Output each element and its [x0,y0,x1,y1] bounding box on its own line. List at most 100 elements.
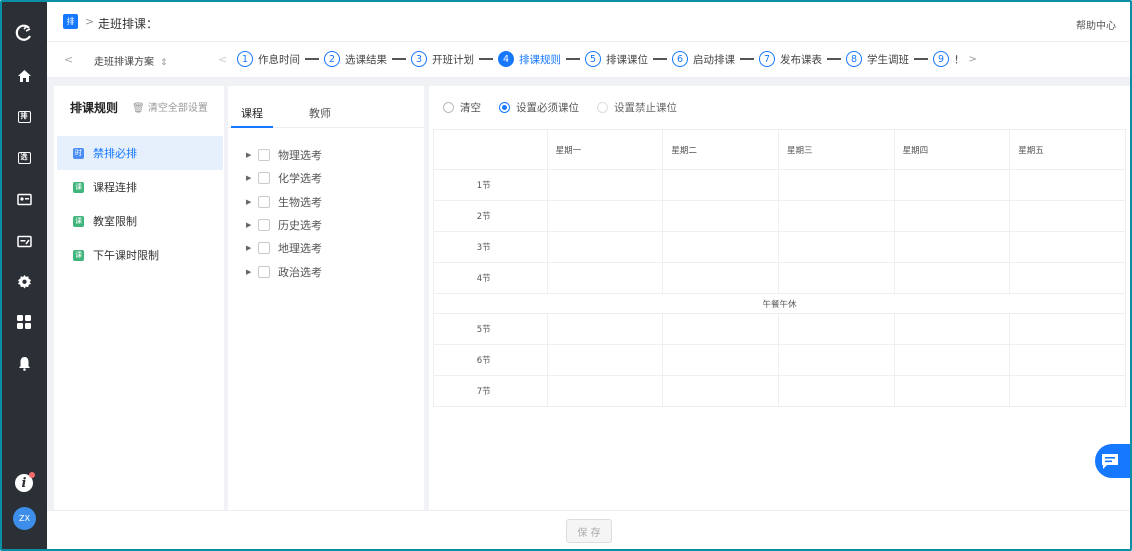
timetable-cell[interactable] [546,313,664,345]
steps-prev-button[interactable]: < [218,53,227,66]
timetable-cell[interactable] [662,375,779,407]
step-5[interactable]: 5 排课课位 [585,51,648,67]
expand-arrow-icon[interactable]: ▶ [246,198,258,206]
expand-arrow-icon[interactable]: ▶ [246,244,258,252]
plan-select[interactable]: 走班排课方案 ⇕ [94,53,168,68]
mode-radio-group: 清空 设置必须课位 设置禁止课位 [443,100,695,115]
timetable-cell[interactable] [1009,231,1126,263]
time-icon: 时 [73,147,84,159]
home-icon[interactable] [15,67,33,85]
gear-icon[interactable] [15,272,33,290]
radio-forbid-slot[interactable]: 设置禁止课位 [597,100,677,115]
expand-arrow-icon[interactable]: ▶ [246,174,258,182]
radio-clear[interactable]: 清空 [443,100,481,115]
step-3[interactable]: 3 开班计划 [411,51,474,67]
step-9[interactable]: 9！ [933,51,965,67]
timetable-cell[interactable] [777,231,895,263]
selection-icon[interactable]: 选 [15,149,33,167]
timetable-cell[interactable] [893,344,1011,376]
step-7[interactable]: 7 发布课表 [759,51,822,67]
course-icon: 课 [73,249,84,261]
timetable-cell[interactable] [1009,262,1126,294]
timetable-cell[interactable] [777,313,895,345]
tab-course[interactable]: 课程 [241,105,263,121]
timetable-cell[interactable] [662,231,779,263]
logo-icon[interactable] [15,24,33,42]
timetable-cell[interactable] [662,262,779,294]
lunch-break-label: 午餐午休 [433,293,1126,314]
checkbox[interactable] [258,266,270,278]
bell-icon[interactable] [15,354,33,372]
exam-icon[interactable] [15,232,33,250]
timetable-cell[interactable] [546,169,664,201]
expand-arrow-icon[interactable]: ▶ [246,221,258,229]
course-panel: 课程 教师 ▶ 物理选考 ▶ 化学选考 ▶ 生物选考 ▶ 历史选考 ▶ 地理选考 ▶ 政治选… [228,86,424,510]
expand-arrow-icon[interactable]: ▶ [246,151,258,159]
chat-support-button[interactable] [1095,444,1130,478]
info-icon[interactable]: i [15,472,35,492]
tab-teacher[interactable]: 教师 [309,105,331,121]
scroll-left-button[interactable]: < [64,53,73,66]
timetable-cell[interactable] [893,375,1011,407]
timetable-cell[interactable] [662,313,779,345]
expand-arrow-icon[interactable]: ▶ [246,268,258,276]
step-8[interactable]: 8 学生调班 [846,51,909,67]
period-label: 5节 [433,313,548,345]
timetable-cell[interactable] [1009,200,1126,232]
checkbox[interactable] [258,196,270,208]
apps-icon[interactable] [15,313,33,331]
timetable-cell[interactable] [546,231,664,263]
steps-next-button[interactable]: > [969,54,977,65]
timetable-cell[interactable] [893,231,1011,263]
timetable-cell[interactable] [777,344,895,376]
checkbox[interactable] [258,219,270,231]
rule-item-consecutive[interactable]: 课 课程连排 [57,170,223,204]
timetable-cell[interactable] [546,344,664,376]
timetable-cell[interactable] [893,169,1011,201]
timetable-cell[interactable] [662,200,779,232]
step-4[interactable]: 4 排课规则 [498,51,561,67]
radio-require-slot[interactable]: 设置必须课位 [499,100,579,115]
tree-item[interactable]: ▶ 地理选考 [246,240,322,256]
checkbox[interactable] [258,242,270,254]
tree-item[interactable]: ▶ 化学选考 [246,170,322,186]
step-connector [653,58,667,60]
avatar[interactable]: ZX [13,507,36,530]
timetable-cell[interactable] [777,262,895,294]
checkbox[interactable] [258,149,270,161]
timetable-cell[interactable] [662,344,779,376]
tree-item[interactable]: ▶ 政治选考 [246,264,322,280]
timetable-cell[interactable] [546,375,664,407]
timetable-cell[interactable] [777,375,895,407]
weekday-header: 星期二 [662,129,779,170]
tree-item[interactable]: ▶ 物理选考 [246,147,322,163]
classroom-icon[interactable] [15,190,33,208]
step-1[interactable]: 1 作息时间 [237,51,300,67]
tree-item[interactable]: ▶ 历史选考 [246,217,322,233]
timetable-cell[interactable] [777,200,895,232]
timetable-cell[interactable] [893,313,1011,345]
timetable-cell[interactable] [662,169,779,201]
timetable-cell[interactable] [777,169,895,201]
step-connector [827,58,841,60]
weekday-header: 星期四 [893,129,1011,170]
clear-all-button[interactable]: 🗑 清空全部设置 [132,99,208,114]
checkbox[interactable] [258,172,270,184]
tree-item[interactable]: ▶ 生物选考 [246,194,322,210]
rule-item-classroom[interactable]: 课 教室限制 [57,204,223,238]
timetable-cell[interactable] [1009,375,1126,407]
rule-item-afternoon-limit[interactable]: 课 下午课时限制 [57,238,223,272]
timetable-cell[interactable] [1009,344,1126,376]
timetable-cell[interactable] [893,200,1011,232]
save-button[interactable]: 保 存 [566,519,612,543]
rule-item-forbid-require[interactable]: 时 禁排必排 [57,136,223,170]
schedule-icon[interactable]: 排 [15,108,33,126]
help-center-link[interactable]: 帮助中心 [1076,17,1116,32]
step-2[interactable]: 2 选课结果 [324,51,387,67]
step-6[interactable]: 6 启动排课 [672,51,735,67]
timetable-cell[interactable] [893,262,1011,294]
timetable-cell[interactable] [546,200,664,232]
timetable-cell[interactable] [1009,313,1126,345]
timetable-cell[interactable] [1009,169,1126,201]
timetable-cell[interactable] [546,262,664,294]
